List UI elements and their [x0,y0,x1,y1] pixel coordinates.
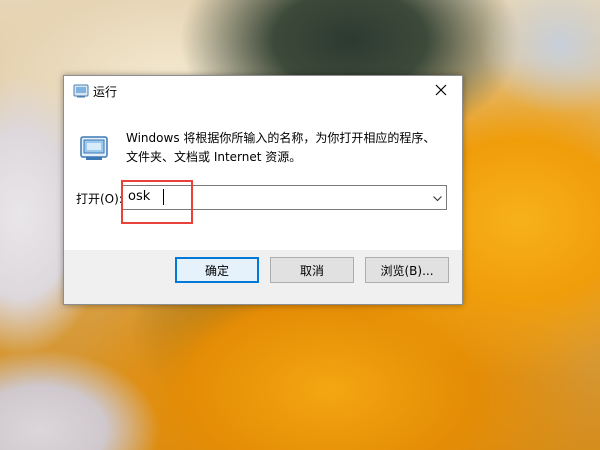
run-dialog: 运行 Windows 将根据你所输入的名称，为你打开相应的程序、 文件夹、文档或… [63,75,463,305]
browse-button[interactable]: 浏览(B)... [365,257,449,283]
dialog-title: 运行 [93,85,118,99]
highlight-annotation [121,180,193,224]
chevron-down-icon [432,191,442,205]
dialog-description: Windows 将根据你所输入的名称，为你打开相应的程序、 文件夹、文档或 In… [126,129,446,167]
close-icon [435,84,447,99]
cancel-button[interactable]: 取消 [270,257,354,283]
dropdown-button[interactable] [428,186,446,209]
run-program-icon [78,132,110,164]
description-line: 文件夹、文档或 Internet 资源。 [126,150,302,164]
run-icon [73,84,89,98]
description-line: Windows 将根据你所输入的名称，为你打开相应的程序、 [126,131,436,145]
title-bar[interactable]: 运行 [64,76,462,106]
dialog-body: Windows 将根据你所输入的名称，为你打开相应的程序、 文件夹、文档或 In… [64,106,462,250]
ok-button[interactable]: 确定 [175,257,259,283]
open-label: 打开(O): [76,192,123,206]
close-button[interactable] [420,76,462,106]
